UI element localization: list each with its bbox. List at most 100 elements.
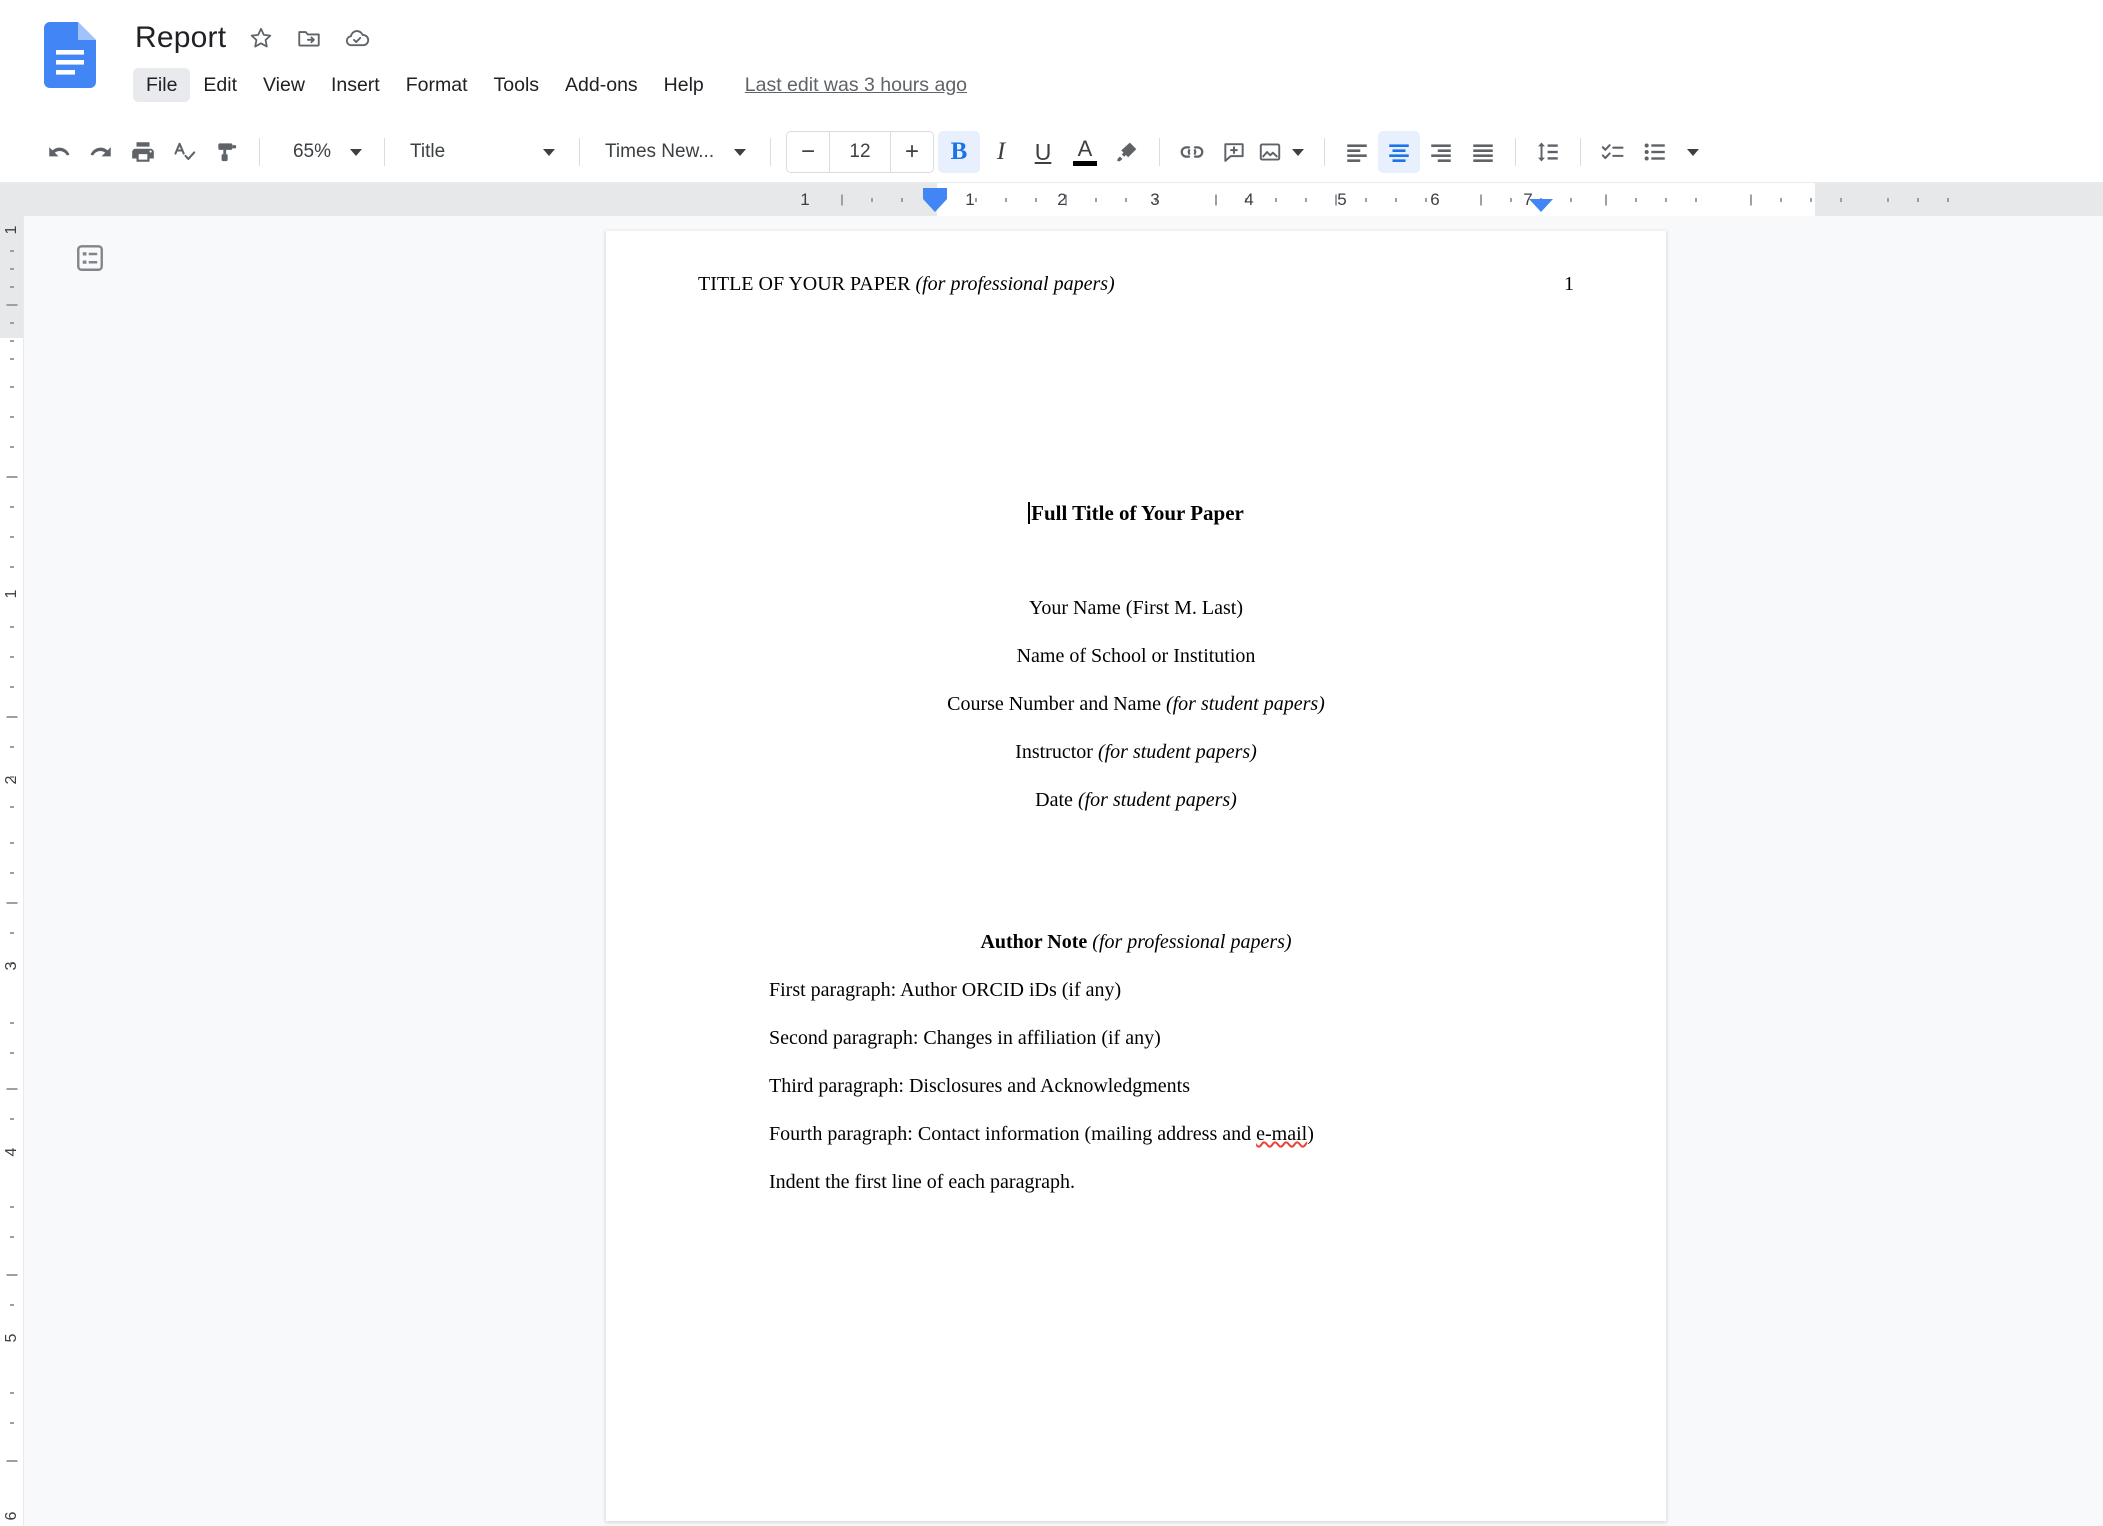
undo-icon[interactable]: [38, 131, 80, 173]
paragraph-text: Second paragraph: Changes in affiliation…: [769, 1027, 1161, 1049]
bold-label: B: [950, 138, 968, 165]
title-block-note: (for student papers): [1165, 693, 1325, 715]
title-block-line[interactable]: Instructor (for student papers): [606, 741, 1666, 764]
chevron-down-icon: [343, 139, 369, 165]
author-note-heading[interactable]: Author Note (for professional papers): [606, 931, 1666, 954]
document-canvas[interactable]: TITLE OF YOUR PAPER (for professional pa…: [24, 216, 2103, 1526]
text-cursor: [1028, 502, 1031, 524]
author-note-paragraph[interactable]: Fourth paragraph: Contact information (m…: [769, 1123, 1314, 1146]
toolbar-divider: [384, 138, 385, 166]
spellcheck-icon[interactable]: [164, 131, 206, 173]
chevron-down-icon: [1285, 139, 1311, 165]
insert-link-icon[interactable]: [1171, 131, 1213, 173]
menu-format[interactable]: Format: [393, 68, 481, 102]
menu-help[interactable]: Help: [651, 68, 717, 102]
document-page[interactable]: TITLE OF YOUR PAPER (for professional pa…: [606, 231, 1666, 1521]
title-block-note: (for student papers): [1077, 789, 1237, 811]
last-edit-status[interactable]: Last edit was 3 hours ago: [745, 73, 967, 97]
italic-button[interactable]: I: [980, 131, 1022, 173]
highlight-icon[interactable]: [1106, 131, 1148, 173]
menu-add-ons[interactable]: Add-ons: [552, 68, 651, 102]
title-block-text: Instructor: [1015, 741, 1098, 763]
ruler-right-pad: [1875, 183, 2103, 216]
move-to-folder-icon[interactable]: [294, 23, 324, 53]
paragraph-text: Fourth paragraph: Contact information (m…: [769, 1123, 1257, 1145]
title-block-text: Your Name (First M. Last): [1028, 597, 1244, 619]
toolbar-divider: [259, 138, 260, 166]
vruler-number: 1: [2, 225, 20, 235]
paint-format-icon[interactable]: [206, 131, 248, 173]
title-block-line[interactable]: Date (for student papers): [606, 789, 1666, 812]
zoom-select[interactable]: 65%: [271, 131, 373, 173]
toolbar-divider: [579, 138, 580, 166]
author-note-heading-note: (for professional papers): [1092, 931, 1292, 953]
paragraph-text: First paragraph: Author ORCID iDs (if an…: [769, 979, 1122, 1001]
star-icon[interactable]: [246, 23, 276, 53]
document-title[interactable]: Report: [133, 18, 228, 58]
title-block-text: Name of School or Institution: [1016, 645, 1256, 667]
ruler-corner: [0, 183, 24, 216]
title-block-line[interactable]: Name of School or Institution: [606, 645, 1666, 668]
menu-view[interactable]: View: [250, 68, 318, 102]
text-color-button[interactable]: A: [1064, 131, 1106, 173]
menu-insert[interactable]: Insert: [318, 68, 393, 102]
font-family-select[interactable]: Times New...: [591, 131, 759, 173]
align-center-icon[interactable]: [1378, 131, 1420, 173]
vruler-number: 6: [2, 1511, 20, 1521]
left-indent-marker[interactable]: [923, 188, 947, 199]
author-note-paragraph[interactable]: Third paragraph: Disclosures and Acknowl…: [769, 1075, 1190, 1098]
paragraph-style-select[interactable]: Title: [396, 131, 568, 173]
ruler-number: 5: [1337, 189, 1347, 209]
paper-title[interactable]: Full Title of Your Paper: [606, 501, 1666, 526]
align-justify-icon[interactable]: [1462, 131, 1504, 173]
more-options-icon[interactable]: [1676, 131, 1710, 173]
font-size-decrease-button[interactable]: −: [787, 132, 829, 172]
top-bar: Report File Edit View Insert Format Tool…: [0, 0, 2103, 122]
align-right-icon[interactable]: [1420, 131, 1462, 173]
add-comment-icon[interactable]: [1213, 131, 1255, 173]
page-number: 1: [1564, 273, 1574, 295]
font-size-input[interactable]: 12: [829, 132, 891, 172]
vertical-ruler[interactable]: 1 1 2 2 3 4 5 6: [0, 216, 24, 1526]
bold-button[interactable]: B: [938, 131, 980, 173]
toolbar-divider: [1159, 138, 1160, 166]
font-size-stepper: − 12 +: [786, 131, 934, 173]
insert-image-icon[interactable]: [1255, 131, 1313, 173]
menu-file[interactable]: File: [133, 68, 191, 102]
line-spacing-icon[interactable]: [1527, 131, 1569, 173]
vruler-number: 3: [2, 961, 20, 971]
print-icon[interactable]: [122, 131, 164, 173]
title-block-line[interactable]: Course Number and Name (for student pape…: [606, 693, 1666, 716]
google-docs-icon[interactable]: [44, 22, 96, 88]
author-note-paragraph[interactable]: Indent the first line of each paragraph.: [769, 1171, 1075, 1194]
font-size-increase-button[interactable]: +: [891, 132, 933, 172]
align-left-icon[interactable]: [1336, 131, 1378, 173]
document-outline-icon[interactable]: [68, 236, 112, 280]
author-note-paragraph[interactable]: First paragraph: Author ORCID iDs (if an…: [769, 979, 1121, 1002]
zoom-value: 65%: [292, 141, 332, 162]
text-color-swatch: [1073, 161, 1097, 166]
checklist-icon[interactable]: [1592, 131, 1634, 173]
horizontal-ruler[interactable]: 1 1 2 3 4 5 6 7: [0, 182, 2103, 216]
running-head-note: (for professional papers): [915, 273, 1115, 295]
underline-button[interactable]: U: [1022, 131, 1064, 173]
redo-icon[interactable]: [80, 131, 122, 173]
paper-title-text: Full Title of Your Paper: [1031, 501, 1244, 525]
toolbar-divider: [770, 138, 771, 166]
cloud-saved-icon[interactable]: [342, 23, 372, 53]
right-indent-marker[interactable]: [1529, 199, 1553, 212]
misspelled-word[interactable]: e-mail: [1256, 1123, 1307, 1145]
ruler-number: 3: [1150, 189, 1160, 209]
menu-edit[interactable]: Edit: [190, 68, 250, 102]
title-block-line[interactable]: Your Name (First M. Last): [606, 597, 1666, 620]
running-head-title: TITLE OF YOUR PAPER: [698, 273, 911, 295]
vruler-number: 2: [2, 775, 20, 785]
paragraph-text-tail: ): [1307, 1123, 1314, 1145]
first-line-indent-marker[interactable]: [923, 199, 947, 212]
chevron-down-icon: [536, 139, 562, 165]
italic-label: I: [996, 138, 1006, 165]
author-note-paragraph[interactable]: Second paragraph: Changes in affiliation…: [769, 1027, 1161, 1050]
underline-label: U: [1034, 138, 1052, 165]
bulleted-list-icon[interactable]: [1634, 131, 1676, 173]
menu-tools[interactable]: Tools: [481, 68, 553, 102]
